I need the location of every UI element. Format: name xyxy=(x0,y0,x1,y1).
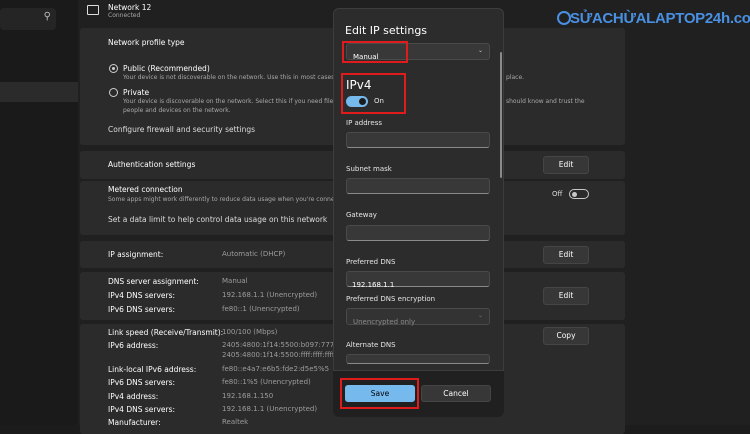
metered-label: Metered connection xyxy=(108,185,183,194)
gateway-input[interactable] xyxy=(346,225,490,241)
ip-assignment-edit-button[interactable]: Edit xyxy=(543,246,589,264)
ip-assignment-label: IP assignment: xyxy=(108,250,164,259)
metered-toggle-label: Off xyxy=(552,190,563,198)
firewall-settings-link[interactable]: Configure firewall and security settings xyxy=(108,125,255,134)
private-label: Private xyxy=(123,88,150,97)
property-label: IPv6 address: xyxy=(108,341,159,350)
property-label: IPv4 DNS servers: xyxy=(108,405,176,414)
alternate-dns-label: Alternate DNS xyxy=(346,341,396,349)
dialog-scrollbar[interactable] xyxy=(500,52,502,178)
subnet-mask-value xyxy=(347,188,352,196)
chevron-down-icon: ⌄ xyxy=(477,312,483,319)
property-label: Manufacturer: xyxy=(108,418,161,427)
private-description-2: people and devices on the network. xyxy=(123,107,231,114)
dns-edit-button[interactable]: Edit xyxy=(543,287,589,305)
property-value: fe80::1%5 (Unencrypted) xyxy=(222,378,311,386)
property-value: 2405:4800:1f14:5500:b097:777d:80 xyxy=(222,341,350,349)
private-description-tail: should know and trust the xyxy=(506,98,585,105)
ip-address-input[interactable] xyxy=(346,132,490,148)
network-name: Network 12 xyxy=(108,3,152,12)
chevron-down-icon: ⌄ xyxy=(477,47,483,54)
property-value: fe80::e4a7:e6b5:fde2:d5e5%5 xyxy=(222,365,330,373)
property-value: 192.168.1.150 xyxy=(222,392,274,400)
preferred-dns-encryption-dropdown[interactable]: Unencrypted only ⌄ xyxy=(346,308,490,326)
network-icon xyxy=(87,5,99,15)
ip-assignment-value: Automatic (DHCP) xyxy=(222,250,286,258)
ip-address-label: IP address xyxy=(346,119,383,127)
watermark-logo: SỬACHỪALAPTOP24h.com xyxy=(570,10,750,27)
alternate-dns-input[interactable] xyxy=(346,354,490,364)
search-icon: ⚲ xyxy=(43,11,51,22)
left-nav-pane xyxy=(0,0,78,425)
profile-heading: Network profile type xyxy=(108,38,185,47)
private-description: Your device is discoverable on the netwo… xyxy=(123,98,343,105)
property-label: Link speed (Receive/Transmit): xyxy=(108,328,224,337)
highlight-mode xyxy=(342,41,408,63)
dns-row-value: fe80::1 (Unencrypted) xyxy=(222,305,300,313)
dns-row-value: Manual xyxy=(222,277,248,285)
search-box[interactable]: ⚲ xyxy=(0,8,56,30)
highlight-save xyxy=(340,378,419,409)
subnet-mask-label: Subnet mask xyxy=(346,165,392,173)
metered-description: Some apps might work differently to redu… xyxy=(108,196,344,203)
authentication-label: Authentication settings xyxy=(108,160,196,169)
preferred-dns-encryption-label: Preferred DNS encryption xyxy=(346,295,436,303)
preferred-dns-value: 192.168.1.1 xyxy=(352,281,395,289)
gateway-value xyxy=(347,235,352,243)
preferred-dns-label: Preferred DNS xyxy=(346,258,396,266)
dns-row-label: IPv6 DNS servers: xyxy=(108,305,176,314)
property-label: IPv6 DNS servers: xyxy=(108,378,176,387)
property-value: 192.168.1.1 (Unencrypted) xyxy=(222,405,318,413)
copy-button[interactable]: Copy xyxy=(543,327,589,345)
property-label: Link-local IPv6 address: xyxy=(108,365,197,374)
dialog-title: Edit IP settings xyxy=(345,24,428,37)
property-label: IPv4 address: xyxy=(108,392,159,401)
subnet-mask-input[interactable] xyxy=(346,178,490,194)
dns-row-value: 192.168.1.1 (Unencrypted) xyxy=(222,291,318,299)
logo-icon xyxy=(557,11,571,25)
public-description-tail: place. xyxy=(506,74,525,81)
auth-edit-button[interactable]: Edit xyxy=(543,156,589,174)
private-radio[interactable] xyxy=(109,88,118,97)
data-limit-link[interactable]: Set a data limit to help control data us… xyxy=(108,215,327,224)
preferred-dns-encryption-value: Unencrypted only xyxy=(353,318,416,326)
property-value: 2405:4800:1f14:5500:ffff:ffff:ffff:c38 xyxy=(222,351,350,359)
gateway-label: Gateway xyxy=(346,211,377,219)
nav-selected-item[interactable] xyxy=(0,82,78,102)
highlight-ipv4 xyxy=(341,73,406,114)
cancel-button[interactable]: Cancel xyxy=(421,385,491,402)
public-label: Public (Recommended) xyxy=(123,64,210,73)
property-value: 100/100 (Mbps) xyxy=(222,328,278,336)
ip-address-value xyxy=(347,142,352,150)
dns-row-label: DNS server assignment: xyxy=(108,277,199,286)
public-radio[interactable] xyxy=(109,64,118,73)
public-description: Your device is not discoverable on the n… xyxy=(123,74,341,81)
network-status: Connected xyxy=(108,12,141,19)
metered-toggle[interactable] xyxy=(569,189,589,199)
preferred-dns-input[interactable]: 192.168.1.1 xyxy=(346,271,490,289)
dns-row-label: IPv4 DNS servers: xyxy=(108,291,176,300)
